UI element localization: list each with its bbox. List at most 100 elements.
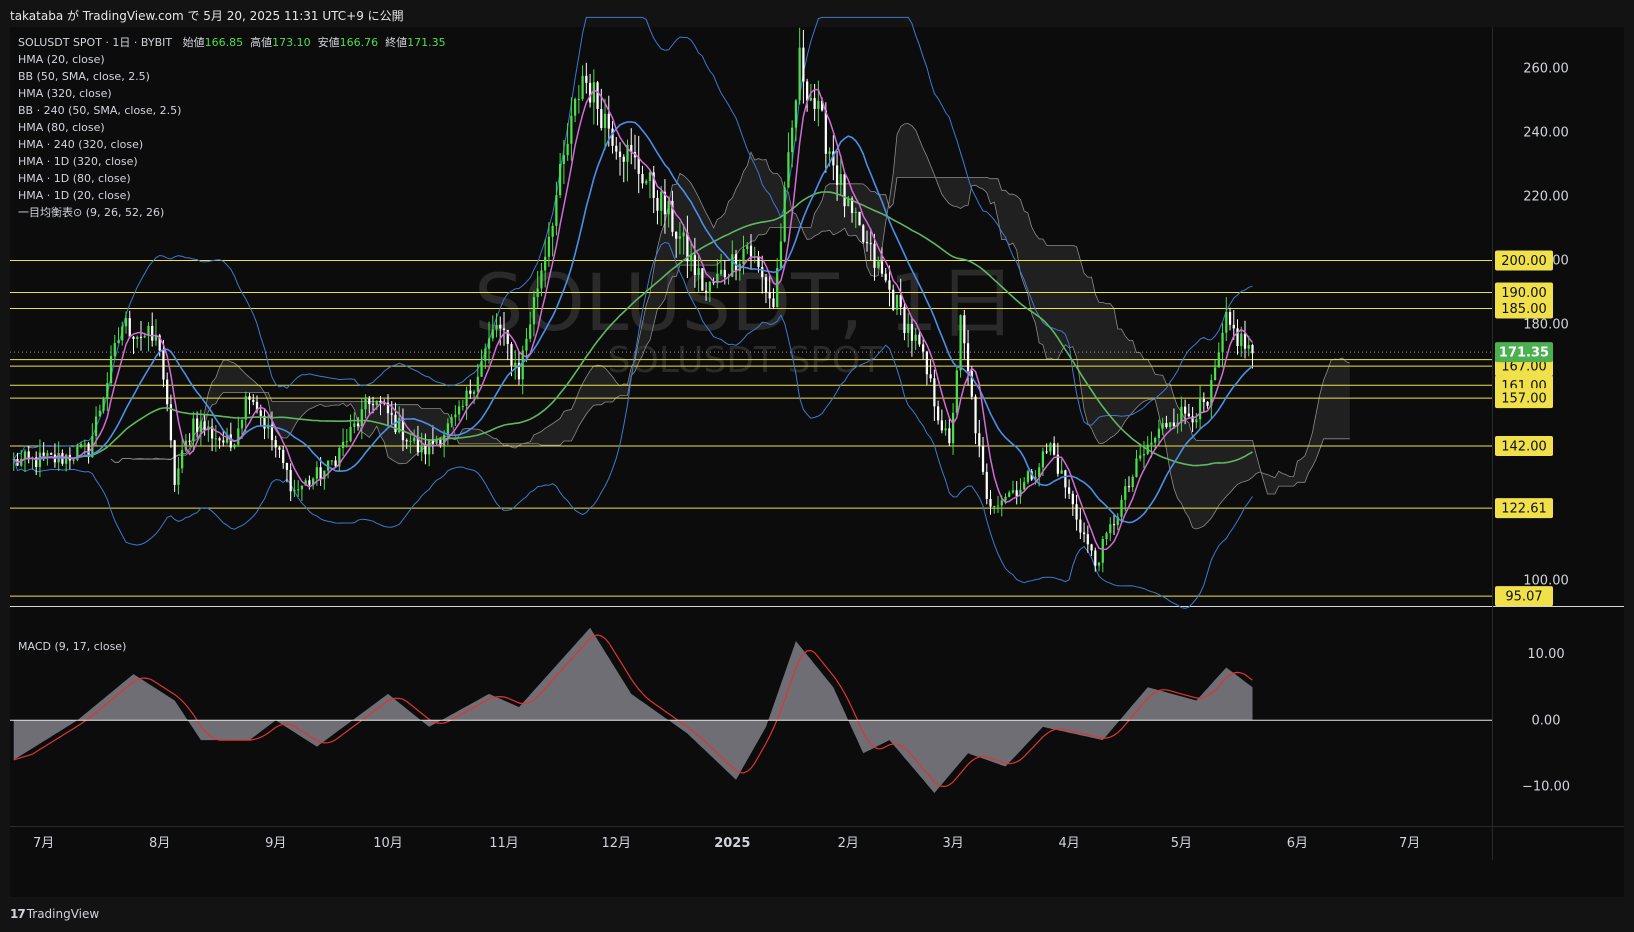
candle-body	[1120, 499, 1123, 517]
candle-body	[177, 468, 180, 485]
candle-body	[798, 47, 801, 101]
indicator-ichimoku[interactable]: 一目均衡表⊙ (9, 26, 52, 26)	[18, 204, 446, 221]
candle-body	[678, 236, 682, 239]
high-value: 173.10	[272, 36, 311, 49]
candle-body	[222, 440, 225, 443]
price-tick-label: 100.00	[1523, 573, 1569, 588]
candle-body	[734, 254, 738, 272]
candle-body	[768, 292, 771, 299]
close-value: 171.35	[407, 36, 446, 49]
indicator-hma1d-320[interactable]: HMA · 1D (320, close)	[18, 153, 446, 170]
macd-tick-label: 10.00	[1527, 647, 1564, 662]
candle-body	[615, 145, 618, 152]
candle-body	[555, 195, 558, 226]
time-tick-label: 12月	[601, 836, 631, 851]
time-tick-label: 11月	[489, 836, 519, 851]
candle-body	[1213, 367, 1217, 381]
indicator-hma20[interactable]: HMA (20, close)	[18, 51, 446, 68]
indicator-bb50[interactable]: BB (50, SMA, close, 2.5)	[18, 68, 446, 85]
symbol-row: SOLUSDT SPOT · 1日 · BYBIT 始値166.85 高値173…	[18, 34, 446, 51]
candle-body	[1064, 470, 1067, 488]
candle-body	[536, 288, 539, 298]
macd-tick-label: −10.00	[1522, 779, 1570, 794]
candle-body	[675, 231, 678, 239]
candle-body	[963, 315, 966, 344]
candle-body	[27, 451, 30, 458]
candle-body	[704, 290, 708, 292]
candle-body	[413, 437, 416, 441]
watermark-subtitle: SOLUSDT SPOT	[608, 340, 884, 381]
candle-body	[1150, 442, 1153, 445]
indicator-hma80[interactable]: HMA (80, close)	[18, 119, 446, 136]
candle-body	[813, 98, 816, 109]
candle-body	[1135, 458, 1138, 477]
candle-body	[723, 269, 726, 278]
time-tick-label: 2月	[838, 836, 859, 851]
candle-body	[746, 245, 749, 250]
candle-body	[660, 191, 663, 211]
candle-body	[106, 383, 109, 399]
candle-body	[1247, 345, 1250, 349]
indicator-hma1d-20[interactable]: HMA · 1D (20, close)	[18, 187, 446, 204]
candle-body	[203, 421, 206, 431]
candle-body	[124, 318, 128, 327]
candle-body	[166, 379, 169, 405]
candle-body	[603, 113, 607, 129]
indicator-bb240[interactable]: BB · 240 (50, SMA, close, 2.5)	[18, 102, 446, 119]
time-tick-label: 5月	[1171, 836, 1192, 851]
indicator-hma320[interactable]: HMA (320, close)	[18, 85, 446, 102]
tradingview-logo[interactable]: 17 TradingView	[10, 907, 99, 921]
level-badge-text: 95.07	[1505, 590, 1542, 605]
candle-body	[1075, 504, 1078, 520]
candle-body	[38, 452, 42, 467]
candle-body	[1187, 413, 1190, 417]
candle-body	[618, 151, 622, 157]
candle-body	[1240, 333, 1243, 347]
candle-body	[274, 440, 277, 448]
candle-body	[83, 443, 86, 445]
legend: SOLUSDT SPOT · 1日 · BYBIT 始値166.85 高値173…	[18, 34, 446, 221]
candle-body	[450, 417, 453, 424]
indicator-hma1d-80[interactable]: HMA · 1D (80, close)	[18, 170, 446, 187]
candle-body	[1157, 428, 1161, 438]
candle-body	[405, 440, 408, 442]
candle-body	[484, 348, 487, 361]
candle-body	[143, 335, 146, 338]
candle-body	[996, 505, 1000, 507]
candle-body	[607, 113, 610, 129]
candle-body	[113, 343, 116, 357]
symbol-label[interactable]: SOLUSDT SPOT · 1日 · BYBIT	[18, 36, 172, 49]
candle-body	[244, 396, 247, 420]
candle-body	[1131, 476, 1134, 487]
candle-body	[353, 423, 356, 427]
candle-body	[1154, 437, 1157, 443]
candle-body	[761, 266, 764, 278]
candle-body	[776, 268, 779, 308]
candle-body	[974, 396, 977, 434]
candle-body	[94, 416, 98, 437]
footer-bar	[0, 898, 1634, 932]
time-tick-label: 3月	[942, 836, 963, 851]
candle-body	[1060, 470, 1063, 474]
candle-body	[1105, 533, 1108, 540]
candle-body	[514, 362, 517, 366]
time-tick-label: 10月	[373, 836, 403, 851]
candle-body	[951, 412, 955, 444]
low-value: 166.76	[339, 36, 379, 49]
candle-body	[117, 340, 120, 344]
candle-body	[948, 428, 951, 444]
candle-body	[1124, 486, 1127, 500]
candle-body	[1071, 493, 1074, 505]
candle-body	[1232, 324, 1235, 329]
candle-body	[1079, 519, 1082, 533]
macd-legend[interactable]: MACD (9, 17, close)	[18, 640, 126, 653]
candle-body	[742, 249, 745, 265]
candle-body	[252, 399, 255, 402]
candle-body	[791, 127, 794, 153]
close-label: 終値	[385, 36, 408, 49]
candle-body	[98, 410, 101, 417]
candle-body	[764, 277, 768, 293]
candle-body	[319, 467, 322, 480]
indicator-hma240-320[interactable]: HMA · 240 (320, close)	[18, 136, 446, 153]
candle-body	[465, 390, 468, 406]
